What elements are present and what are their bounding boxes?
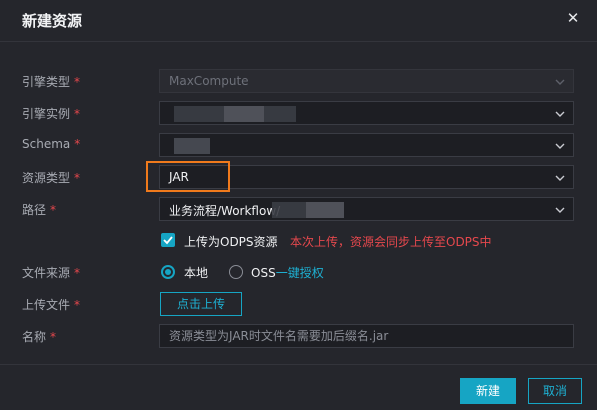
close-icon[interactable]: ✕ xyxy=(565,10,581,26)
redacted-value xyxy=(224,106,264,122)
redacted-value xyxy=(272,202,306,218)
schema-label: Schema * xyxy=(22,137,81,151)
upload-odps-label: 上传为ODPS资源 xyxy=(184,235,278,249)
chevron-down-icon xyxy=(554,172,566,184)
upload-file-label: 上传文件 * xyxy=(22,298,81,312)
chevron-down-icon xyxy=(554,204,566,216)
radio-local-label: 本地 xyxy=(184,266,209,280)
name-input[interactable] xyxy=(160,325,573,347)
engine-instance-label: 引擎实例 * xyxy=(22,107,81,121)
create-button[interactable]: 新建 xyxy=(460,378,516,404)
path-label: 路径 * xyxy=(22,203,57,217)
radio-oss-label: OSS一键授权 xyxy=(251,266,324,280)
cancel-button[interactable]: 取消 xyxy=(528,378,582,404)
authorize-link[interactable]: 一键授权 xyxy=(276,266,324,280)
file-source-label: 文件来源 * xyxy=(22,266,81,280)
path-select[interactable]: 业务流程/Workflow/ xyxy=(159,197,574,221)
highlight-box xyxy=(146,161,230,192)
chevron-down-icon xyxy=(554,140,566,152)
new-resource-dialog: 新建资源 ✕ 引擎类型 * MaxCompute 引擎实例 * Schema * 资源… xyxy=(0,0,597,410)
engine-instance-select[interactable] xyxy=(159,101,574,125)
dialog-header: 新建资源 ✕ xyxy=(0,0,597,42)
redacted-value xyxy=(174,106,224,122)
dialog-footer: 新建 取消 xyxy=(0,364,597,410)
engine-type-label: 引擎类型 * xyxy=(22,75,81,89)
engine-type-row: 引擎类型 * MaxCompute xyxy=(0,69,597,93)
redacted-value xyxy=(264,106,296,122)
upload-odps-hint: 本次上传，资源会同步上传至ODPS中 xyxy=(290,235,492,249)
chevron-down-icon xyxy=(554,76,566,88)
path-value: 业务流程/Workflow/ xyxy=(169,204,281,218)
redacted-value xyxy=(306,202,344,218)
engine-type-select: MaxCompute xyxy=(159,69,574,93)
resource-type-label: 资源类型 * xyxy=(22,171,81,185)
dialog-title: 新建资源 xyxy=(22,12,83,30)
upload-button[interactable]: 点击上传 xyxy=(160,292,242,316)
name-field[interactable] xyxy=(159,324,574,348)
redacted-value xyxy=(174,138,210,154)
engine-instance-row: 引擎实例 * xyxy=(0,101,597,125)
upload-odps-checkbox[interactable] xyxy=(161,233,175,247)
radio-oss[interactable] xyxy=(229,265,243,279)
radio-local[interactable] xyxy=(161,265,175,279)
upload-file-row: 上传文件 * xyxy=(0,292,597,316)
name-label: 名称 * xyxy=(22,330,57,344)
engine-type-value: MaxCompute xyxy=(169,74,249,88)
path-row: 路径 * 业务流程/Workflow/ xyxy=(0,197,597,221)
resource-type-row: 资源类型 * JAR xyxy=(0,165,597,189)
chevron-down-icon xyxy=(554,108,566,120)
check-icon xyxy=(163,236,173,245)
schema-row: Schema * xyxy=(0,133,597,157)
schema-select[interactable] xyxy=(159,133,574,157)
